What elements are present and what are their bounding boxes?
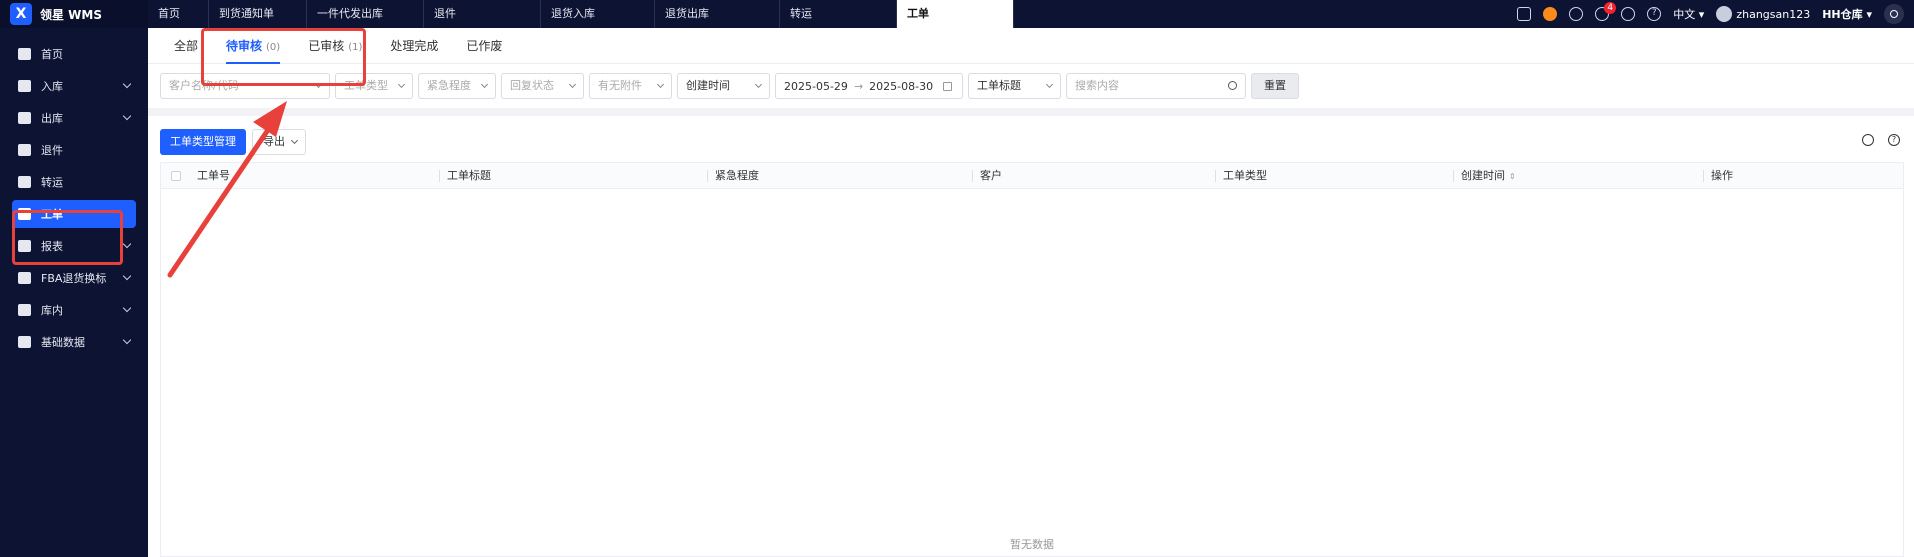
annotation-arrow — [167, 101, 287, 278]
